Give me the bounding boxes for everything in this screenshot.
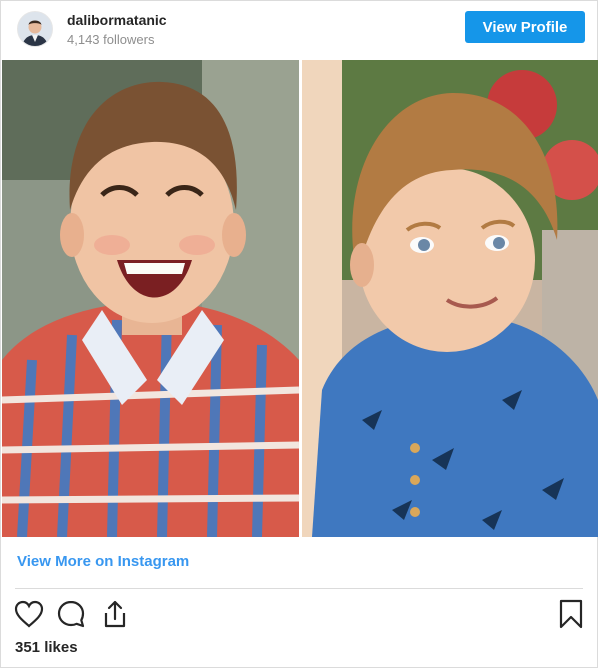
action-bar [13, 598, 587, 630]
share-icon[interactable] [99, 598, 131, 630]
instagram-embed: dalibormatanic 4,143 followers View Prof… [0, 0, 598, 668]
username[interactable]: dalibormatanic [67, 11, 167, 29]
heart-icon[interactable] [13, 598, 45, 630]
like-count[interactable]: 351 likes [15, 639, 78, 656]
follower-count: 4,143 followers [67, 32, 155, 47]
view-profile-button[interactable]: View Profile [465, 11, 585, 43]
comment-icon[interactable] [55, 598, 87, 630]
avatar[interactable] [17, 11, 53, 47]
post-header: dalibormatanic 4,143 followers View Prof… [1, 1, 597, 57]
bookmark-icon[interactable] [555, 598, 587, 630]
post-photo[interactable] [2, 60, 598, 537]
view-more-link[interactable]: View More on Instagram [17, 553, 189, 570]
user-meta: dalibormatanic 4,143 followers [67, 11, 167, 49]
divider [15, 588, 583, 589]
